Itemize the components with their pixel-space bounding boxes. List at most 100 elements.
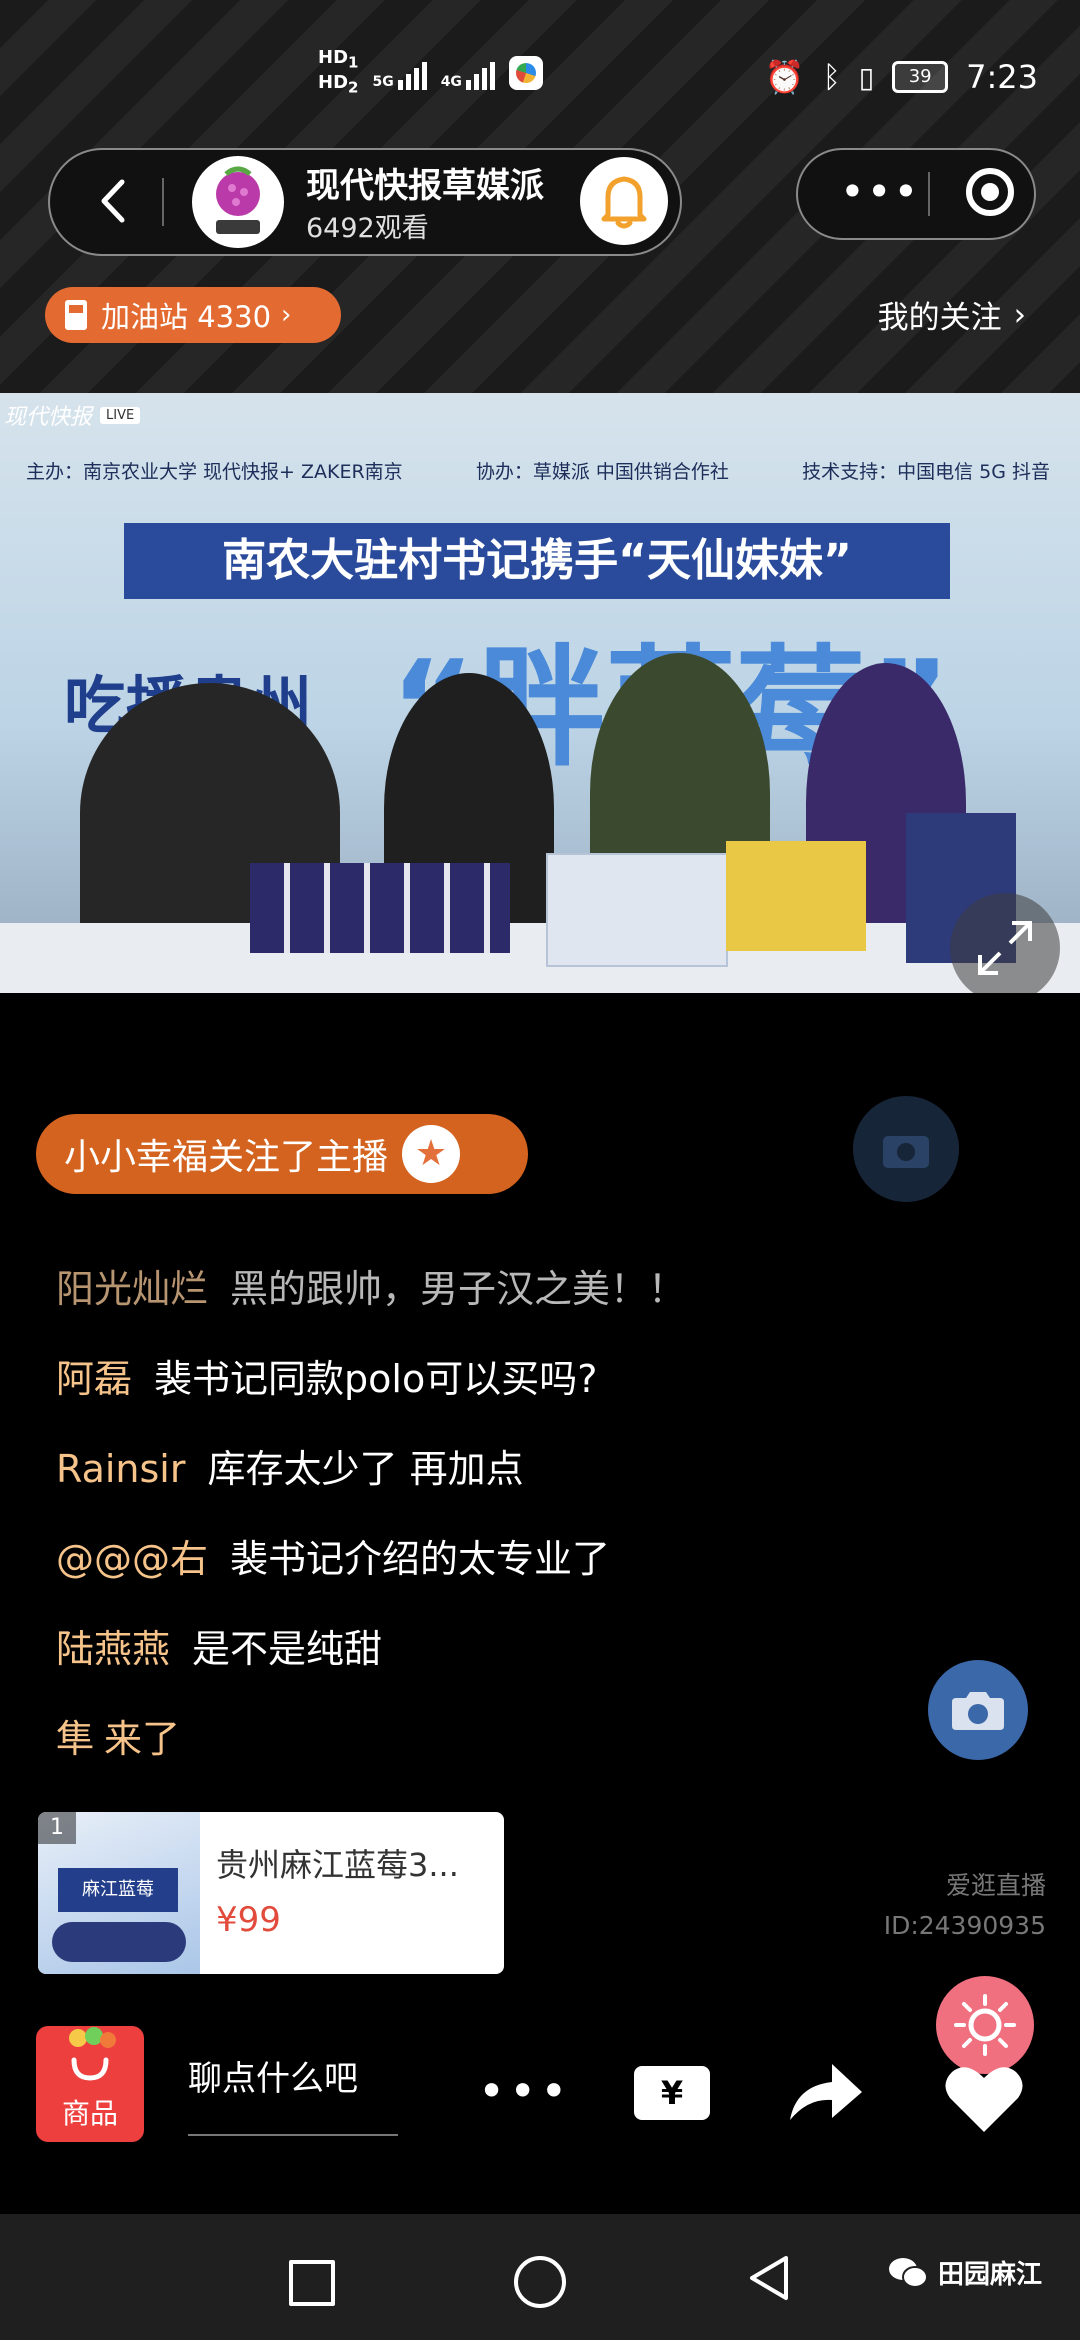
product-price: ¥99 (216, 1900, 281, 1940)
chat-message: @@@右 裴书记介绍的太专业了 (56, 1528, 956, 1618)
signal-icon (465, 56, 495, 90)
chat-username[interactable]: 隼 (56, 1717, 94, 1761)
chat-username[interactable]: 阿磊 (56, 1357, 132, 1401)
signal-icon (397, 56, 427, 90)
miniprogram-capsule: ••• (796, 148, 1036, 240)
chat-message: Rainsir 库存太少了 再加点 (56, 1438, 956, 1528)
chat-text: 黑的跟帅，男子汉之美！！ (230, 1267, 687, 1311)
share-icon[interactable] (786, 2056, 866, 2126)
wechat-watermark-text: 田园麻江 (938, 2260, 1043, 2290)
my-follow-label: 我的关注 (877, 300, 1002, 336)
video-watermark: 现代快报 LIVE (4, 399, 141, 431)
close-circle-icon[interactable] (966, 168, 1014, 216)
capsule-divider (928, 172, 930, 216)
status-bar: HD1 HD2 5G 4G ⏰ ᛒ ▯ 39 7:23 (0, 40, 1080, 120)
chat-input[interactable]: 聊点什么吧 (188, 2054, 398, 2136)
gas-station-button[interactable]: 加油站 4330 › (45, 287, 341, 343)
bell-icon (601, 176, 647, 229)
platform-watermark: 爱逛直播 ID:24390935 (884, 1866, 1046, 1946)
tech-support-text: 技术支持：中国电信 5G 抖音 (802, 461, 1050, 483)
nav-back-icon[interactable] (744, 2252, 794, 2304)
status-right: ⏰ ᛒ ▯ 39 7:23 (765, 58, 1038, 96)
product-box-label: 麻江蓝莓 (58, 1868, 178, 1912)
expand-icon (978, 921, 1032, 975)
blueberries (52, 1922, 186, 1962)
watermark-line2: ID:24390935 (883, 1911, 1046, 1940)
product-index: 1 (38, 1812, 76, 1844)
network-4g-label: 4G (440, 73, 462, 90)
chat-message: 阿磊 裴书记同款polo可以买吗? (56, 1348, 956, 1438)
anchor-info-pill: 现代快报草媒派 6492观看 (48, 148, 682, 256)
chat-username[interactable]: Rainsir (56, 1447, 185, 1491)
chevron-right-icon: › (281, 300, 292, 330)
camera-icon (952, 1692, 1004, 1730)
hd-indicators: HD1 HD2 (318, 48, 358, 97)
co-organizer-text: 协办：草媒派 中国供销合作社 (475, 461, 729, 483)
gift-boxes (726, 841, 866, 951)
chat-message: 陆燕燕 是不是纯甜 (56, 1618, 956, 1708)
chat-username[interactable]: @@@右 (56, 1537, 208, 1581)
chat-text: 来了 (104, 1717, 181, 1761)
event-banner: 南农大驻村书记携手“天仙妹妹” (124, 523, 950, 599)
sponsor-text: 主办：南京农业大学 现代快报+ ZAKER南京 (26, 461, 403, 483)
avatar-berry-icon (216, 166, 260, 234)
avatar[interactable] (192, 156, 284, 248)
my-follow-link[interactable]: 我的关注 › (878, 292, 1026, 337)
system-nav-bar: 田园麻江 (0, 2214, 1080, 2340)
video-watermark-text: 现代快报 (4, 405, 93, 430)
sponsor-row: 主办：南京农业大学 现代快报+ ZAKER南京 协办：草媒派 中国供销合作社 技… (26, 457, 1080, 484)
network-5g-label: 5G (372, 73, 394, 90)
battery-indicator: 39 (892, 61, 949, 93)
status-left: HD1 HD2 5G 4G (318, 48, 543, 97)
shop-button[interactable]: 商品 (36, 2026, 144, 2142)
chat-message: 隼来了 (56, 1708, 956, 1798)
bluetooth-icon: ᛒ (822, 59, 841, 95)
clock: 7:23 (966, 58, 1038, 96)
header-divider (162, 178, 164, 226)
gas-station-label: 加油站 4330 (101, 300, 272, 334)
hd1-label: HD (318, 47, 349, 68)
chat-list[interactable]: 阳光灿烂 黑的跟帅，男子汉之美！！ 阿磊 裴书记同款polo可以买吗? Rainsi… (56, 1258, 956, 1798)
gas-pump-icon (65, 300, 87, 330)
chat-text: 是不是纯甜 (192, 1627, 383, 1671)
wechat-icon (889, 2257, 928, 2288)
chat-text: 裴书记同款polo可以买吗? (154, 1357, 598, 1401)
live-video[interactable]: 现代快报 LIVE 主办：南京农业大学 现代快报+ ZAKER南京 协办：草媒派… (0, 393, 1080, 993)
follow-bell-button[interactable] (580, 157, 668, 245)
vibrate-icon: ▯ (858, 60, 875, 94)
chat-text: 裴书记介绍的太专业了 (230, 1537, 611, 1581)
back-arrow-icon[interactable] (90, 176, 140, 226)
hd2-sub: 2 (348, 78, 359, 97)
live-tag: LIVE (100, 406, 141, 424)
ticket-icon[interactable]: ¥ (634, 2066, 710, 2120)
viewer-count: 6492观看 (306, 213, 429, 244)
product-name: 贵州麻江蓝莓3... (216, 1846, 459, 1884)
camera-button[interactable] (928, 1660, 1028, 1760)
watermark-line1: 爱逛直播 (945, 1871, 1046, 1900)
hd1-sub: 1 (348, 53, 359, 72)
nav-circle-icon[interactable] (514, 2256, 566, 2308)
jam-jars (250, 863, 510, 953)
chat-text: 库存太少了 再加点 (207, 1447, 524, 1491)
star-icon: ★ (402, 1125, 461, 1183)
product-card[interactable]: 麻江蓝莓 1 贵州麻江蓝莓3... ¥99 (38, 1812, 504, 1974)
heart-icon[interactable] (942, 2058, 1026, 2138)
more-dots-icon[interactable]: ••• (478, 2068, 571, 2114)
blueberry-boxes (546, 853, 728, 967)
anchor-title: 现代快报草媒派 (306, 166, 544, 206)
more-dots-icon[interactable]: ••• (840, 171, 920, 213)
chat-username[interactable]: 陆燕燕 (56, 1627, 170, 1671)
alarm-icon: ⏰ (764, 58, 805, 96)
wechat-watermark: 田园麻江 (888, 2254, 1042, 2291)
hd2-label: HD (318, 71, 349, 93)
fullscreen-button[interactable] (950, 893, 1060, 993)
chevron-right-icon: › (1013, 296, 1026, 333)
camera-icon[interactable] (853, 1096, 959, 1202)
nav-square-icon[interactable] (289, 2260, 335, 2306)
chat-username[interactable]: 阳光灿烂 (56, 1267, 208, 1311)
follow-notice: 小小幸福关注了主播 ★ (36, 1114, 528, 1194)
app-notification-icon (508, 55, 543, 90)
shop-label: 商品 (61, 2097, 118, 2130)
chat-message: 阳光灿烂 黑的跟帅，男子汉之美！！ (56, 1258, 956, 1348)
follow-notice-text: 小小幸福关注了主播 (64, 1137, 389, 1178)
